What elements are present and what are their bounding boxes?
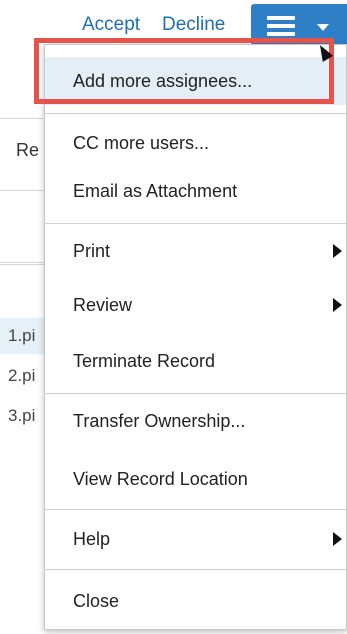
page: Accept Decline Re 1.pi 2.pi 3.pi Add mor…	[0, 0, 347, 634]
menu-separator	[45, 223, 346, 224]
menu-item-help[interactable]: Help	[45, 515, 346, 563]
menu-separator	[45, 509, 346, 510]
menu-item-transfer-ownership[interactable]: Transfer Ownership...	[45, 397, 346, 445]
table-row[interactable]: 2.pi	[0, 358, 46, 394]
menu-separator	[45, 113, 346, 114]
table-divider	[0, 262, 46, 263]
menu-item-email-as-attachment[interactable]: Email as Attachment	[45, 167, 346, 215]
menu-item-view-record-location[interactable]: View Record Location	[45, 455, 346, 503]
hamburger-menu-icon	[267, 16, 295, 36]
menu-item-cc-more-users[interactable]: CC more users...	[45, 119, 346, 167]
decline-link[interactable]: Decline	[162, 14, 225, 36]
menu-item-close[interactable]: Close	[45, 577, 346, 625]
accept-link[interactable]: Accept	[82, 14, 140, 36]
menu-item-label: Review	[73, 295, 133, 315]
table-row[interactable]: 3.pi	[0, 398, 46, 434]
submenu-arrow-icon	[333, 298, 342, 312]
menu-item-add-more-assignees[interactable]: Add more assignees...	[45, 57, 346, 105]
menu-item-terminate-record[interactable]: Terminate Record	[45, 337, 346, 385]
menu-item-print[interactable]: Print	[45, 227, 346, 275]
submenu-arrow-icon	[333, 244, 342, 258]
actions-menu-button[interactable]	[251, 4, 347, 46]
actions-dropdown-menu: Add more assignees... CC more users... E…	[44, 44, 347, 630]
column-header: Re	[16, 140, 40, 160]
menu-item-label: Print	[73, 241, 111, 261]
caret-down-icon	[317, 24, 329, 31]
submenu-arrow-icon	[333, 532, 342, 546]
menu-item-label: Help	[73, 529, 111, 549]
table-row[interactable]: 1.pi	[0, 318, 46, 354]
menu-separator	[45, 569, 346, 570]
menu-separator	[45, 393, 346, 394]
table-divider	[0, 190, 46, 191]
menu-item-review[interactable]: Review	[45, 281, 346, 329]
